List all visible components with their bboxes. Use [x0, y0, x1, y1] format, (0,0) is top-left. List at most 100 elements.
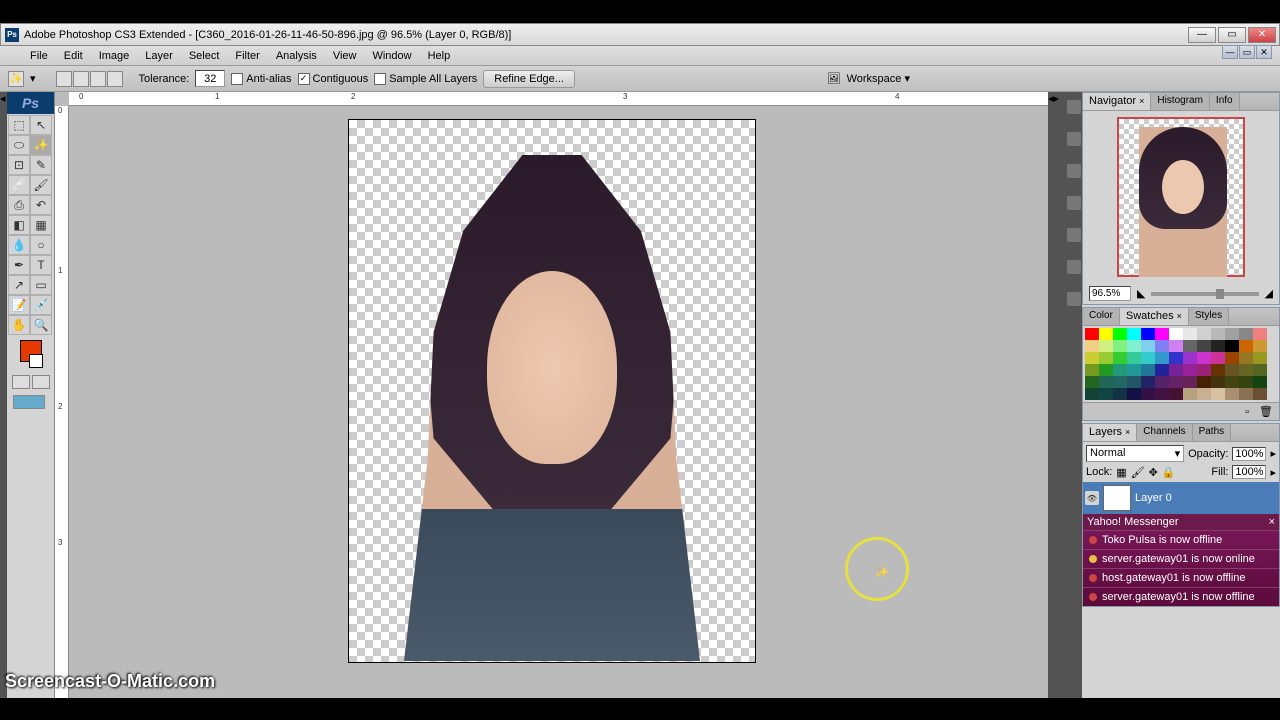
swatch-cell[interactable] — [1141, 388, 1155, 400]
eraser-tool[interactable]: ◧ — [8, 215, 30, 235]
swatch-cell[interactable] — [1253, 352, 1267, 364]
opacity-input[interactable]: 100% — [1232, 447, 1266, 461]
tab-histogram[interactable]: Histogram — [1151, 93, 1210, 110]
tolerance-input[interactable] — [195, 70, 225, 87]
menu-filter[interactable]: Filter — [227, 48, 267, 64]
layer-item-0[interactable]: 👁 Layer 0 — [1083, 482, 1279, 514]
sample-all-checkbox[interactable] — [374, 73, 386, 85]
menu-view[interactable]: View — [325, 48, 365, 64]
swatch-cell[interactable] — [1183, 376, 1197, 388]
swatch-cell[interactable] — [1155, 352, 1169, 364]
dock-icon-3[interactable] — [1067, 164, 1081, 178]
swatch-cell[interactable] — [1183, 388, 1197, 400]
swatch-cell[interactable] — [1197, 388, 1211, 400]
select-new-icon[interactable] — [56, 71, 72, 87]
swatch-cell[interactable] — [1155, 376, 1169, 388]
dock-strip-right[interactable]: ◂▸ — [1048, 92, 1065, 698]
swatch-cell[interactable] — [1155, 388, 1169, 400]
fill-input[interactable]: 100% — [1232, 465, 1266, 479]
swatch-cell[interactable] — [1239, 376, 1253, 388]
notes-tool[interactable]: 📝 — [8, 295, 30, 315]
swatch-cell[interactable] — [1113, 328, 1127, 340]
swatch-cell[interactable] — [1253, 376, 1267, 388]
contiguous-checkbox[interactable]: ✓ — [298, 73, 310, 85]
swatch-cell[interactable] — [1085, 376, 1099, 388]
standard-mode-icon[interactable] — [12, 375, 30, 389]
swatch-cell[interactable] — [1225, 364, 1239, 376]
swatch-cell[interactable] — [1211, 376, 1225, 388]
new-swatch-icon[interactable]: ▫ — [1245, 406, 1249, 418]
swatch-cell[interactable] — [1253, 364, 1267, 376]
swatch-cell[interactable] — [1197, 376, 1211, 388]
dock-strip-left[interactable]: ◂ — [0, 92, 7, 698]
dock-icon-2[interactable] — [1067, 132, 1081, 146]
swatch-cell[interactable] — [1141, 352, 1155, 364]
swatch-cell[interactable] — [1211, 352, 1225, 364]
menu-image[interactable]: Image — [91, 48, 138, 64]
swatch-cell[interactable] — [1127, 388, 1141, 400]
tab-layers[interactable]: Layers× — [1083, 424, 1137, 441]
swatch-cell[interactable] — [1197, 328, 1211, 340]
select-add-icon[interactable] — [73, 71, 89, 87]
swatch-cell[interactable] — [1099, 364, 1113, 376]
swatch-cell[interactable] — [1183, 352, 1197, 364]
swatch-cell[interactable] — [1099, 376, 1113, 388]
lock-position-icon[interactable]: ✥ — [1149, 466, 1158, 479]
type-tool[interactable]: T — [30, 255, 52, 275]
swatch-cell[interactable] — [1113, 340, 1127, 352]
swatch-cell[interactable] — [1113, 388, 1127, 400]
navigator-zoom[interactable]: 96.5% — [1089, 286, 1131, 301]
mdi-close[interactable]: ✕ — [1256, 45, 1272, 59]
screen-mode-icon[interactable] — [13, 395, 45, 409]
layer-thumbnail[interactable] — [1103, 485, 1131, 511]
menu-layer[interactable]: Layer — [137, 48, 181, 64]
swatch-cell[interactable] — [1183, 340, 1197, 352]
swatch-cell[interactable] — [1155, 340, 1169, 352]
navigator-slider[interactable] — [1151, 292, 1258, 296]
dodge-tool[interactable]: ○ — [30, 235, 52, 255]
ym-close-icon[interactable]: × — [1269, 516, 1275, 528]
gradient-tool[interactable]: ▦ — [30, 215, 52, 235]
swatch-cell[interactable] — [1225, 328, 1239, 340]
tab-info[interactable]: Info — [1210, 93, 1240, 110]
refine-edge-button[interactable]: Refine Edge... — [483, 70, 575, 88]
magic-wand-icon[interactable]: ✨ — [8, 71, 24, 87]
tab-paths[interactable]: Paths — [1193, 424, 1232, 441]
swatch-cell[interactable] — [1155, 364, 1169, 376]
maximize-button[interactable]: ▭ — [1218, 27, 1246, 43]
blur-tool[interactable]: 💧 — [8, 235, 30, 255]
swatch-cell[interactable] — [1211, 328, 1225, 340]
menu-file[interactable]: File — [22, 48, 56, 64]
swatch-cell[interactable] — [1127, 352, 1141, 364]
pen-tool[interactable]: ✒ — [8, 255, 30, 275]
swatch-cell[interactable] — [1127, 328, 1141, 340]
swatch-cell[interactable] — [1169, 388, 1183, 400]
swatch-cell[interactable] — [1099, 340, 1113, 352]
swatch-cell[interactable] — [1155, 328, 1169, 340]
quickmask-mode-icon[interactable] — [32, 375, 50, 389]
swatch-cell[interactable] — [1169, 364, 1183, 376]
menu-window[interactable]: Window — [364, 48, 419, 64]
blend-mode-select[interactable]: Normal▾ — [1086, 445, 1184, 462]
document-canvas[interactable] — [349, 120, 755, 662]
swatch-cell[interactable] — [1253, 328, 1267, 340]
close-button[interactable]: ✕ — [1248, 27, 1276, 43]
antialias-checkbox[interactable] — [231, 73, 243, 85]
swatch-cell[interactable] — [1225, 352, 1239, 364]
swatch-cell[interactable] — [1169, 352, 1183, 364]
tab-swatches[interactable]: Swatches× — [1120, 308, 1189, 325]
select-tool[interactable]: ↖ — [30, 115, 52, 135]
menu-edit[interactable]: Edit — [56, 48, 91, 64]
magic-wand-tool[interactable]: ✨ — [30, 135, 52, 155]
swatch-cell[interactable] — [1141, 340, 1155, 352]
swatch-cell[interactable] — [1099, 352, 1113, 364]
swatch-cell[interactable] — [1127, 340, 1141, 352]
swatch-cell[interactable] — [1085, 364, 1099, 376]
workspace-icon[interactable]: 🖼 — [827, 72, 841, 85]
zoom-out-icon[interactable]: ◣ — [1137, 287, 1145, 300]
swatch-cell[interactable] — [1099, 328, 1113, 340]
swatch-cell[interactable] — [1127, 364, 1141, 376]
swatch-cell[interactable] — [1211, 340, 1225, 352]
visibility-icon[interactable]: 👁 — [1085, 491, 1099, 505]
swatch-cell[interactable] — [1113, 376, 1127, 388]
